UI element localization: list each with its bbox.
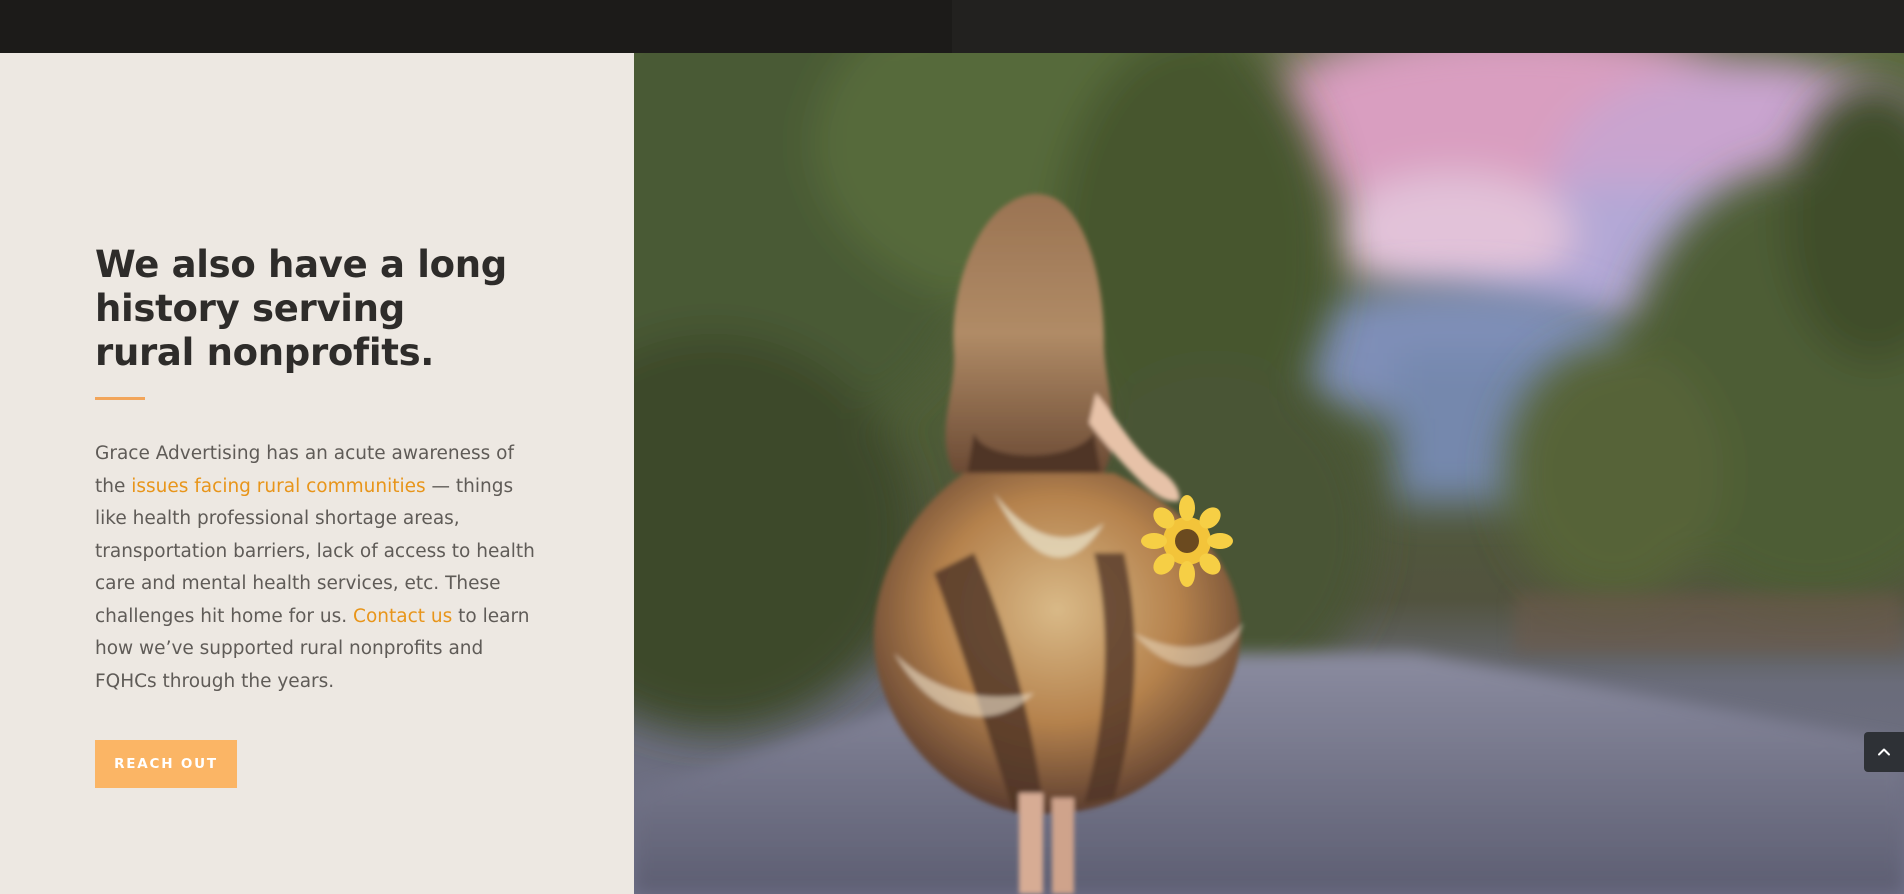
hero-photo-girl-with-sunflower [634, 53, 1904, 894]
photo-illustration [634, 53, 1904, 894]
rural-nonprofits-content: We also have a long history serving rura… [95, 243, 545, 788]
chevron-up-icon [1878, 748, 1890, 756]
contact-us-link[interactable]: Contact us [353, 606, 452, 627]
reach-out-button[interactable]: REACH OUT [95, 740, 237, 788]
site-header-bar [0, 0, 1904, 53]
rural-issues-link[interactable]: issues facing rural communities [131, 476, 425, 497]
rural-nonprofits-panel: We also have a long history serving rura… [0, 53, 634, 894]
section-paragraph: Grace Advertising has an acute awareness… [95, 438, 545, 698]
section-heading: We also have a long history serving rura… [95, 243, 507, 374]
header-right-region [952, 0, 1904, 53]
scroll-to-top-button[interactable] [1864, 732, 1904, 772]
heading-divider [95, 397, 145, 400]
paragraph-text-2: — things like health professional shorta… [95, 475, 535, 627]
